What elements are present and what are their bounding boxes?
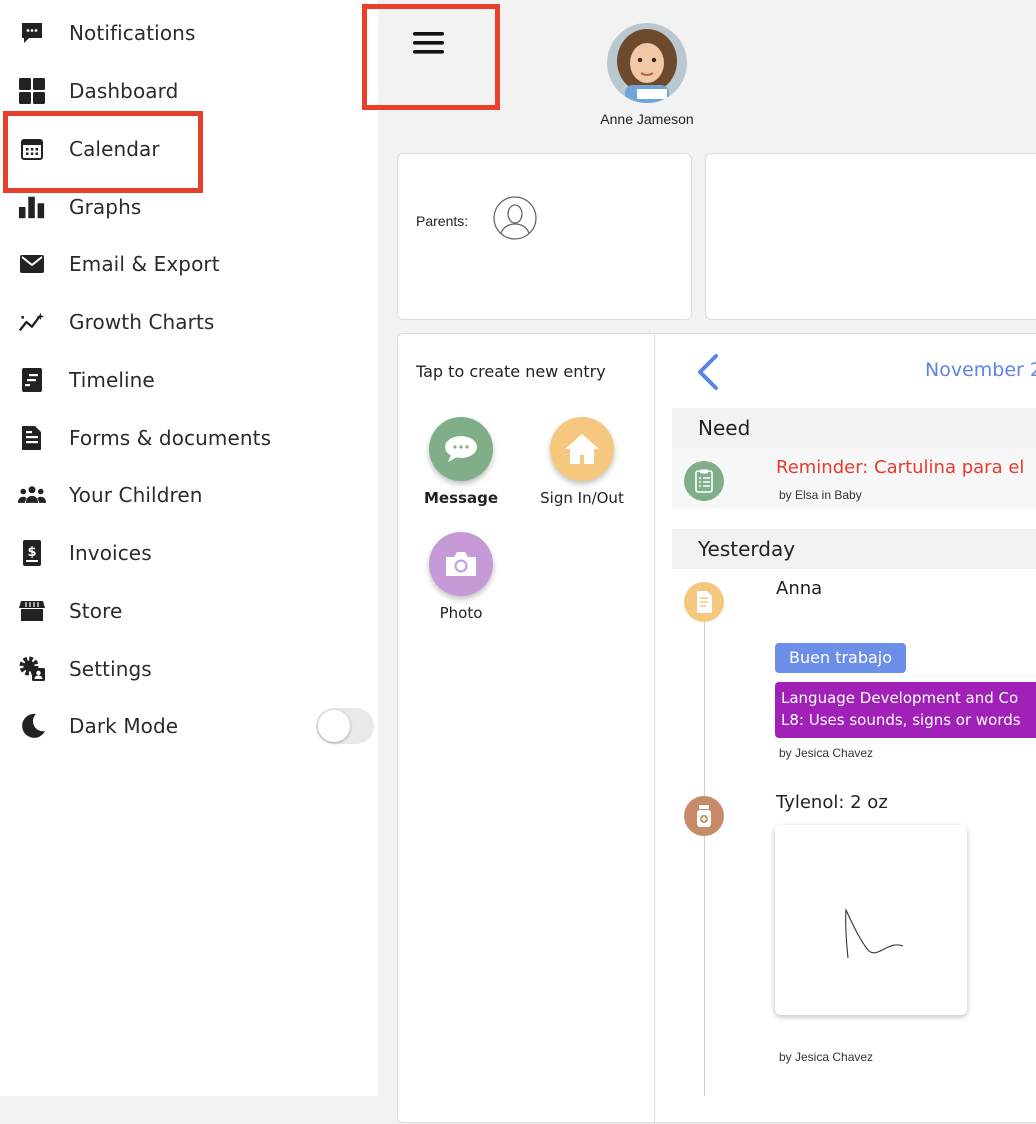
- info-card: [705, 153, 1036, 320]
- medicine-icon: [684, 796, 724, 836]
- child-avatar[interactable]: [607, 23, 687, 103]
- calendar-icon: [18, 135, 46, 163]
- observation-title[interactable]: Anna: [776, 578, 822, 599]
- envelope-icon: [18, 250, 46, 278]
- sidebar-item-label: Email & Export: [69, 252, 220, 276]
- photo-label: Photo: [439, 604, 483, 622]
- section-header-need: Need: [672, 408, 1036, 448]
- sidebar-item-label: Calendar: [69, 137, 160, 161]
- storefront-icon: [18, 597, 46, 625]
- sidebar-item-label: Your Children: [69, 483, 203, 507]
- message-label: Message: [424, 489, 498, 507]
- sidebar-item-store[interactable]: Store: [0, 591, 378, 631]
- milestone-domain: Language Development and Co: [781, 689, 1019, 707]
- parents-label: Parents:: [416, 213, 469, 229]
- trend-sparkle-icon: [18, 308, 46, 336]
- sidebar-item-email-export[interactable]: Email & Export: [0, 244, 378, 284]
- camera-icon: [429, 532, 493, 596]
- sidebar-item-notifications[interactable]: Notifications: [0, 13, 378, 53]
- sidebar-item-dashboard[interactable]: Dashboard: [0, 71, 378, 111]
- sidebar-item-label: Graphs: [69, 195, 142, 219]
- main-content: Anne Jameson Parents: Tap to create new …: [362, 0, 1036, 1124]
- document-icon: [18, 424, 46, 452]
- sidebar-item-graphs[interactable]: Graphs: [0, 187, 378, 227]
- section-header-yesterday: Yesterday: [672, 529, 1036, 569]
- group-icon: [18, 481, 46, 509]
- toggle-knob: [318, 710, 350, 742]
- entry-panel: Tap to create new entry Message Sign In/…: [398, 334, 655, 1124]
- hamburger-icon: [412, 32, 446, 62]
- signature-image[interactable]: [775, 825, 967, 1015]
- sidebar-item-timeline[interactable]: Timeline: [0, 360, 378, 400]
- sign-in-out-entry-button[interactable]: Sign In/Out: [527, 417, 637, 507]
- observation-author: by Jesica Chavez: [779, 746, 874, 760]
- sidebar-item-invoices[interactable]: $ Invoices: [0, 533, 378, 573]
- sidebar-item-calendar[interactable]: Calendar: [0, 129, 378, 169]
- sidebar-item-label: Timeline: [69, 368, 155, 392]
- dark-mode-toggle[interactable]: [316, 708, 374, 744]
- prev-date-button[interactable]: [692, 352, 722, 392]
- milestone-level: L8: Uses sounds, signs or words: [781, 711, 1021, 729]
- gear-person-icon: [18, 655, 46, 683]
- sidebar-item-label: Dashboard: [69, 79, 179, 103]
- reminder-author: by Elsa in Baby: [779, 488, 862, 502]
- sidebar-item-label: Dark Mode: [69, 714, 179, 738]
- sidebar-item-your-children[interactable]: Your Children: [0, 475, 378, 515]
- timeline-line: [704, 620, 705, 1096]
- child-name: Anne Jameson: [600, 111, 694, 127]
- photo-entry-button[interactable]: Photo: [406, 532, 516, 622]
- invoice-dollar-icon: $: [18, 539, 46, 567]
- message-entry-button[interactable]: Message: [406, 417, 516, 507]
- sidebar-item-dark-mode: Dark Mode: [0, 706, 378, 746]
- menu-button[interactable]: [412, 28, 446, 58]
- sidebar-item-label: Growth Charts: [69, 310, 215, 334]
- moon-icon: [18, 712, 46, 740]
- milestone-tag: Language Development and Co L8: Uses sou…: [775, 682, 1036, 738]
- note-icon: [684, 582, 724, 622]
- checklist-icon: [684, 461, 724, 501]
- svg-text:$: $: [27, 545, 36, 560]
- sidebar-item-label: Forms & documents: [69, 426, 272, 450]
- entry-panel-title: Tap to create new entry: [416, 362, 606, 381]
- medication-author: by Jesica Chavez: [779, 1050, 874, 1064]
- bar-chart-icon: [18, 193, 46, 221]
- timeline-doc-icon: [18, 366, 46, 394]
- grid-icon: [18, 77, 46, 105]
- sign-in-out-label: Sign In/Out: [540, 489, 624, 507]
- person-outline-icon: [493, 196, 537, 244]
- add-parent-button[interactable]: [493, 196, 537, 240]
- parents-card: Parents:: [397, 153, 692, 320]
- praise-tag: Buen trabajo: [775, 643, 907, 673]
- date-label: November 2: [925, 359, 1036, 381]
- sidebar-item-label: Settings: [69, 657, 152, 681]
- message-bubble-icon: [429, 417, 493, 481]
- reminder-title: Reminder: Cartulina para el: [776, 457, 1025, 478]
- chat-bubble-icon: [18, 19, 46, 47]
- medication-title[interactable]: Tylenol: 2 oz: [776, 792, 888, 813]
- sidebar-item-label: Store: [69, 599, 123, 623]
- sidebar-item-growth-charts[interactable]: Growth Charts: [0, 302, 378, 342]
- sidebar-item-settings[interactable]: Settings: [0, 649, 378, 689]
- house-icon: [550, 417, 614, 481]
- sidebar-item-label: Invoices: [69, 541, 152, 565]
- sidebar-item-label: Notifications: [69, 21, 196, 45]
- chevron-left-icon: [692, 354, 722, 396]
- sidebar: Notifications Dashboard Calendar Graphs …: [0, 0, 378, 1096]
- sidebar-item-forms-documents[interactable]: Forms & documents: [0, 418, 378, 458]
